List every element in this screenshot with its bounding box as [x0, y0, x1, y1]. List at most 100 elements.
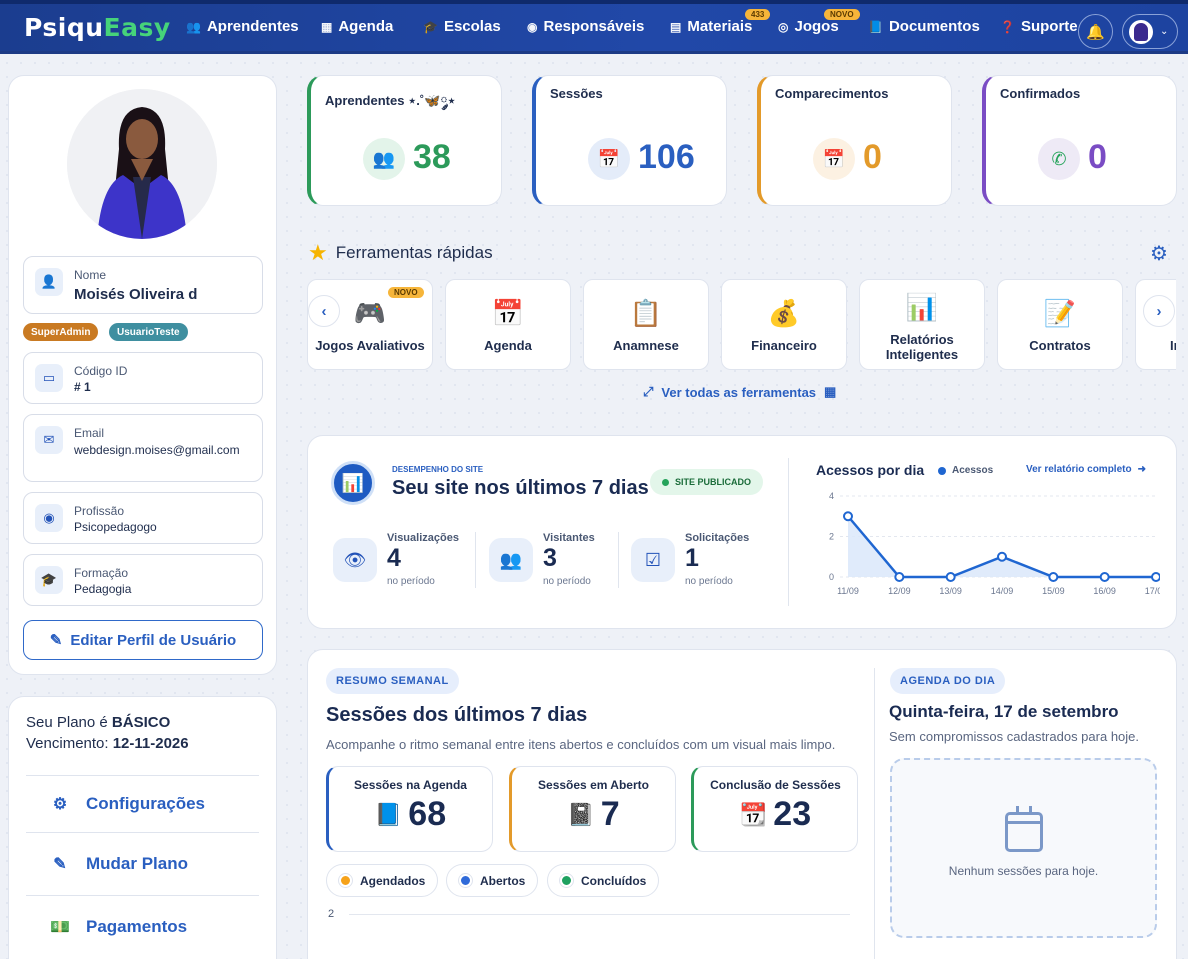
- app-logo[interactable]: PsiquEasy: [24, 13, 171, 42]
- data-point: [894, 572, 905, 582]
- role-badge-superadmin: SuperAdmin: [23, 323, 99, 341]
- whatsapp-icon: ✆: [1038, 138, 1080, 180]
- chevron-down-icon: ⌄: [1160, 26, 1169, 37]
- stat-card-aprendentes[interactable]: Aprendentes ⋆.˚🦋༘⋆ 👥 38: [307, 75, 502, 206]
- y-tick-label: 4: [829, 491, 834, 501]
- legend-concluidos[interactable]: Concluídos: [547, 864, 660, 897]
- field-value: # 1: [74, 380, 91, 394]
- nav-aprendentes[interactable]: 👥 Aprendentes: [186, 18, 299, 35]
- data-point: [945, 572, 956, 582]
- nav-suporte[interactable]: ❓ Suporte: [1000, 18, 1078, 35]
- gridline: [349, 914, 850, 915]
- carousel-next-button[interactable]: ›: [1143, 295, 1175, 327]
- empty-message: Nenhum sessões para hoje.: [948, 864, 1099, 878]
- calendar-icon: 📅: [491, 298, 525, 328]
- report-icon: 📊: [905, 292, 939, 322]
- calendar-icon: 📅: [588, 138, 630, 180]
- nav-materiais[interactable]: ▤ Materiais 433: [670, 9, 771, 35]
- role-badge-usuarioteste: UsuarioTeste: [109, 323, 188, 341]
- user-circle-icon: ◉: [527, 19, 538, 34]
- agenda-tag: AGENDA DO DIA: [890, 668, 1006, 694]
- menu-label: Configurações: [86, 794, 206, 813]
- nav-label: Escolas: [443, 18, 501, 35]
- legend-agendados[interactable]: Agendados: [326, 864, 439, 897]
- expiry-line: Vencimento: 12-11-2026: [26, 735, 189, 752]
- tool-relatorios[interactable]: 📊 Relatórios Inteligentes: [859, 279, 985, 370]
- divider: [874, 668, 875, 959]
- nav-label: Jogos: [794, 18, 839, 35]
- nav-agenda[interactable]: ▦ Agenda: [321, 18, 393, 35]
- nav-label: Aprendentes: [206, 18, 299, 35]
- section-title: Seu site nos últimos 7 dias: [392, 477, 649, 499]
- chevron-left-icon: ‹: [321, 302, 327, 320]
- menu-pagamentos[interactable]: 💵 Pagamentos: [26, 895, 259, 958]
- field-value: Moisés Oliveira d: [74, 286, 198, 303]
- tool-anamnese[interactable]: 📋 Anamnese: [583, 279, 709, 370]
- chart-title: Acessos por dia: [816, 462, 925, 478]
- metric-value: 3: [543, 544, 557, 572]
- card-label: Conclusão de Sessões: [710, 778, 841, 792]
- menu-mudar-plano[interactable]: ✎ Mudar Plano: [26, 832, 259, 895]
- legend-abertos[interactable]: Abertos: [446, 864, 539, 897]
- profile-photo: [67, 89, 217, 239]
- stat-card-sessoes[interactable]: Sessões 📅 106: [532, 75, 727, 206]
- section-tag: RESUMO SEMANAL: [326, 668, 459, 694]
- nav-label: Materiais: [687, 18, 753, 35]
- gamepad-icon: ◎: [778, 19, 789, 34]
- tools-settings-gear-icon[interactable]: ⚙: [1150, 241, 1168, 266]
- series-area: [848, 516, 1156, 577]
- book-icon: 📘: [868, 19, 883, 34]
- user-icon: 👤: [35, 268, 63, 296]
- stat-card-confirmados[interactable]: Confirmados ✆ 0: [982, 75, 1177, 206]
- email-field: ✉ Email webdesign.moises@gmail.com: [23, 414, 263, 482]
- full-report-link[interactable]: Ver relatório completo ➜: [1026, 464, 1146, 475]
- nav-escolas[interactable]: 🎓 Escolas: [423, 18, 501, 35]
- y-tick-label: 2: [829, 532, 834, 542]
- user-menu-button[interactable]: ⌄: [1122, 14, 1178, 49]
- edit-icon: ✎: [49, 632, 63, 649]
- menu-configuracoes[interactable]: ⚙ Configurações: [26, 775, 259, 832]
- profession-field: ◉ Profissão Psicopedagogo: [23, 492, 263, 544]
- name-field: 👤 Nome Moisés Oliveira d: [23, 256, 263, 314]
- site-status-badge: SITE PUBLICADO: [650, 469, 764, 495]
- calendar-check-icon: 📅: [813, 138, 855, 180]
- access-line-chart: 0 2 4 11/09 12/09 13/09 14/09 15/09 16/09 17/09: [829, 491, 1160, 596]
- edit-profile-button[interactable]: ✎ Editar Perfil de Usuário: [23, 620, 263, 660]
- field-label: Nome: [74, 268, 107, 282]
- calendar-clock-icon: 📆: [739, 801, 768, 827]
- grid-icon: ▦: [824, 384, 837, 399]
- tool-financeiro[interactable]: 💰 Financeiro: [721, 279, 847, 370]
- y-tick-label: 2: [328, 908, 335, 920]
- x-tick-label: 15/09: [1042, 586, 1065, 596]
- question-icon: ❓: [1000, 19, 1015, 34]
- nav-label: Suporte: [1020, 18, 1078, 35]
- status-label: SITE PUBLICADO: [675, 477, 752, 487]
- stat-card-comparecimentos[interactable]: Comparecimentos 📅 0: [757, 75, 952, 206]
- calendar-icon: ▦: [321, 19, 333, 34]
- clipboard-icon: 📋: [629, 298, 663, 328]
- id-card-icon: ▭: [35, 364, 63, 392]
- data-point: [843, 511, 853, 522]
- money-icon: 💵: [50, 919, 70, 936]
- tool-contratos[interactable]: 📝 Contratos: [997, 279, 1123, 370]
- tool-agenda[interactable]: 📅 Agenda: [445, 279, 571, 370]
- new-badge: NOVO: [388, 287, 424, 298]
- nav-label: Documentos: [888, 18, 980, 35]
- stat-value: 0: [1088, 138, 1107, 176]
- sessions-open-card: Sessões em Aberto 📓 7: [509, 766, 676, 852]
- x-tick-label: 16/09: [1093, 586, 1116, 596]
- stat-title: Aprendentes ⋆.˚🦋༘⋆: [325, 93, 456, 108]
- card-value: 7: [600, 795, 620, 833]
- nav-responsaveis[interactable]: ◉ Responsáveis: [527, 18, 644, 35]
- nav-documentos[interactable]: 📘 Documentos: [868, 18, 980, 35]
- users-icon: 👥: [186, 19, 201, 34]
- card-value: 23: [773, 795, 812, 833]
- nav-jogos[interactable]: ◎ Jogos NOVO: [778, 9, 860, 35]
- notifications-button[interactable]: 🔔: [1078, 14, 1113, 49]
- top-navbar: PsiquEasy 👥 Aprendentes ▦ Agenda 🎓 Escolas …: [0, 0, 1188, 54]
- carousel-prev-button[interactable]: ‹: [308, 295, 340, 327]
- see-all-tools-link[interactable]: ⤢ Ver todas as ferramentas ▦: [643, 384, 836, 400]
- data-point: [1151, 572, 1160, 582]
- section-tag: DESEMPENHO DO SITE: [392, 465, 484, 474]
- field-value: Pedagogia: [74, 582, 132, 596]
